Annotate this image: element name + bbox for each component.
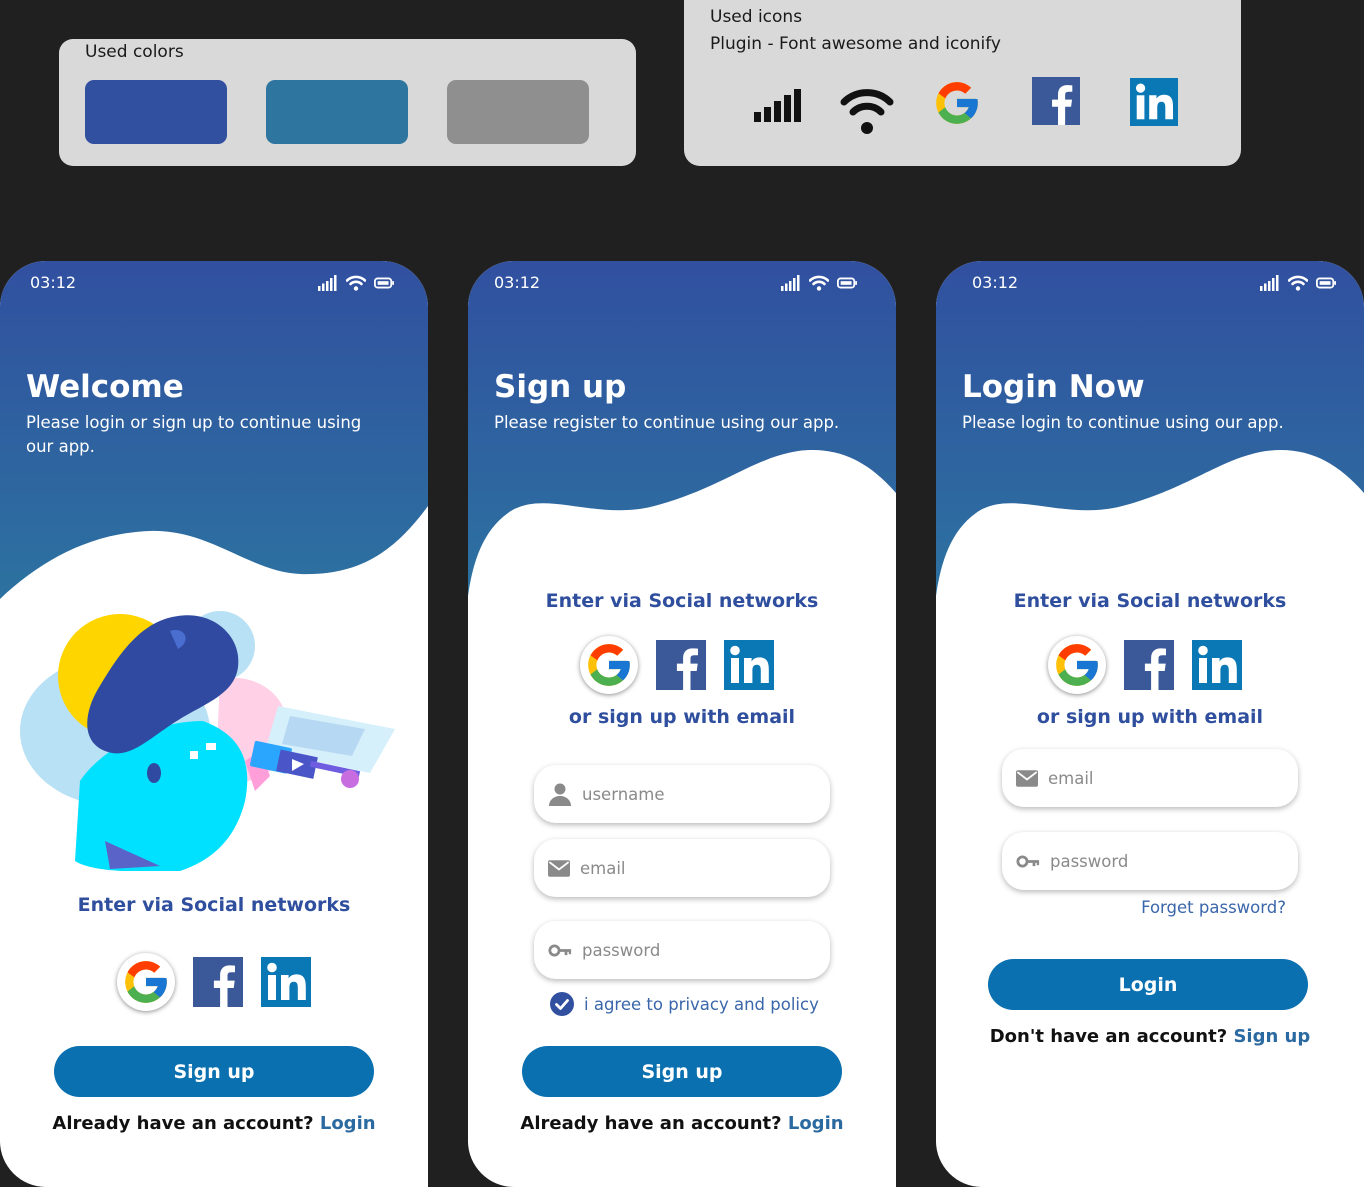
mail-icon [1016, 770, 1038, 787]
social-buttons [580, 636, 774, 694]
footer-line: Already have an account? Login [468, 1113, 896, 1134]
agree-label: i agree to privacy and policy [584, 994, 819, 1014]
linkedin-login-button[interactable] [724, 640, 774, 690]
password-field[interactable] [1002, 832, 1298, 890]
login-screen: 03:12 Login Now Please login to continue… [936, 261, 1364, 1187]
battery-icon [837, 277, 857, 289]
social-title: Enter via Social networks [1013, 590, 1287, 612]
linkedin-login-button[interactable] [261, 957, 311, 1007]
signup-screen: 03:12 Sign up Please register to continu… [468, 261, 896, 1187]
user-icon [548, 782, 572, 806]
color-swatch-gray [447, 80, 589, 144]
color-swatch-primary [85, 80, 227, 144]
agree-row[interactable]: i agree to privacy and policy [550, 992, 819, 1016]
login-button[interactable]: Login [988, 959, 1308, 1010]
email-title: or sign up with email [568, 706, 796, 728]
password-input[interactable] [582, 940, 802, 960]
social-title: Enter via Social networks [545, 590, 819, 612]
signup-link[interactable]: Sign up [1233, 1026, 1310, 1047]
signup-button[interactable]: Sign up [54, 1046, 374, 1097]
signal-icon [754, 89, 801, 122]
email-field[interactable] [534, 839, 830, 897]
password-input[interactable] [1050, 851, 1270, 871]
linkedin-login-button[interactable] [1192, 640, 1242, 690]
username-field[interactable] [534, 765, 830, 823]
email-input[interactable] [580, 858, 800, 878]
email-field[interactable] [1002, 749, 1298, 807]
footer-text: Already have an account? [52, 1113, 314, 1134]
signal-icon [318, 275, 338, 291]
signup-button[interactable]: Sign up [522, 1046, 842, 1097]
google-login-button[interactable] [117, 953, 175, 1011]
wifi-icon [346, 275, 366, 291]
google-login-button[interactable] [1048, 636, 1106, 694]
google-icon [1052, 640, 1102, 690]
used-colors-title: Used colors [85, 42, 184, 62]
linkedin-icon [1130, 78, 1178, 126]
wifi-icon [840, 89, 894, 134]
google-login-button[interactable] [580, 636, 638, 694]
wifi-icon [809, 275, 829, 291]
battery-icon [374, 277, 394, 289]
used-icons-title: Used icons [710, 7, 803, 27]
social-title: Enter via Social networks [77, 894, 351, 916]
social-buttons [117, 953, 311, 1011]
forgot-password-link[interactable]: Forget password? [1141, 898, 1286, 917]
google-icon [121, 957, 171, 1007]
google-icon [584, 640, 634, 690]
color-swatch-secondary [266, 80, 408, 144]
page-title: Login Now [962, 369, 1145, 405]
key-icon [1016, 855, 1040, 868]
password-field[interactable] [534, 921, 830, 979]
footer-text: Already have an account? [520, 1113, 782, 1134]
signal-icon [781, 275, 801, 291]
login-link[interactable]: Login [320, 1113, 376, 1134]
mail-icon [548, 860, 570, 877]
google-icon [932, 78, 982, 128]
email-title: or sign up with email [1036, 706, 1264, 728]
social-buttons [1048, 636, 1242, 694]
email-input[interactable] [1048, 768, 1268, 788]
username-input[interactable] [582, 784, 802, 804]
status-icons [781, 275, 857, 291]
footer-line: Already have an account? Login [0, 1113, 428, 1134]
facebook-login-button[interactable] [1124, 640, 1174, 690]
used-icons-panel: Used icons Plugin - Font awesome and ico… [684, 0, 1241, 166]
welcome-screen: 03:12 Welcome Please login or sign up to… [0, 261, 428, 1187]
facebook-login-button[interactable] [193, 957, 243, 1007]
footer-text: Don't have an account? [989, 1026, 1228, 1047]
page-title: Sign up [494, 369, 627, 405]
status-time: 03:12 [494, 273, 541, 292]
wifi-icon [1288, 275, 1308, 291]
facebook-login-button[interactable] [656, 640, 706, 690]
footer-line: Don't have an account? Sign up [936, 1026, 1364, 1047]
status-time: 03:12 [30, 273, 77, 292]
welcome-illustration [20, 611, 395, 871]
page-subtitle: Please login or sign up to continue usin… [26, 413, 362, 456]
check-circle-icon[interactable] [550, 992, 574, 1016]
status-icons [318, 275, 394, 291]
signal-icon [1260, 275, 1280, 291]
page-subtitle: Please register to continue using our ap… [494, 413, 840, 432]
status-icons [1260, 275, 1336, 291]
plugin-label: Plugin - Font awesome and iconify [710, 34, 1001, 54]
key-icon [548, 944, 572, 957]
page-title: Welcome [26, 369, 184, 405]
facebook-icon [1032, 77, 1080, 125]
battery-icon [1316, 277, 1336, 289]
page-subtitle: Please login to continue using our app. [962, 413, 1284, 432]
status-time: 03:12 [972, 273, 1019, 292]
used-colors-panel: Used colors [59, 39, 636, 166]
login-link[interactable]: Login [788, 1113, 844, 1134]
